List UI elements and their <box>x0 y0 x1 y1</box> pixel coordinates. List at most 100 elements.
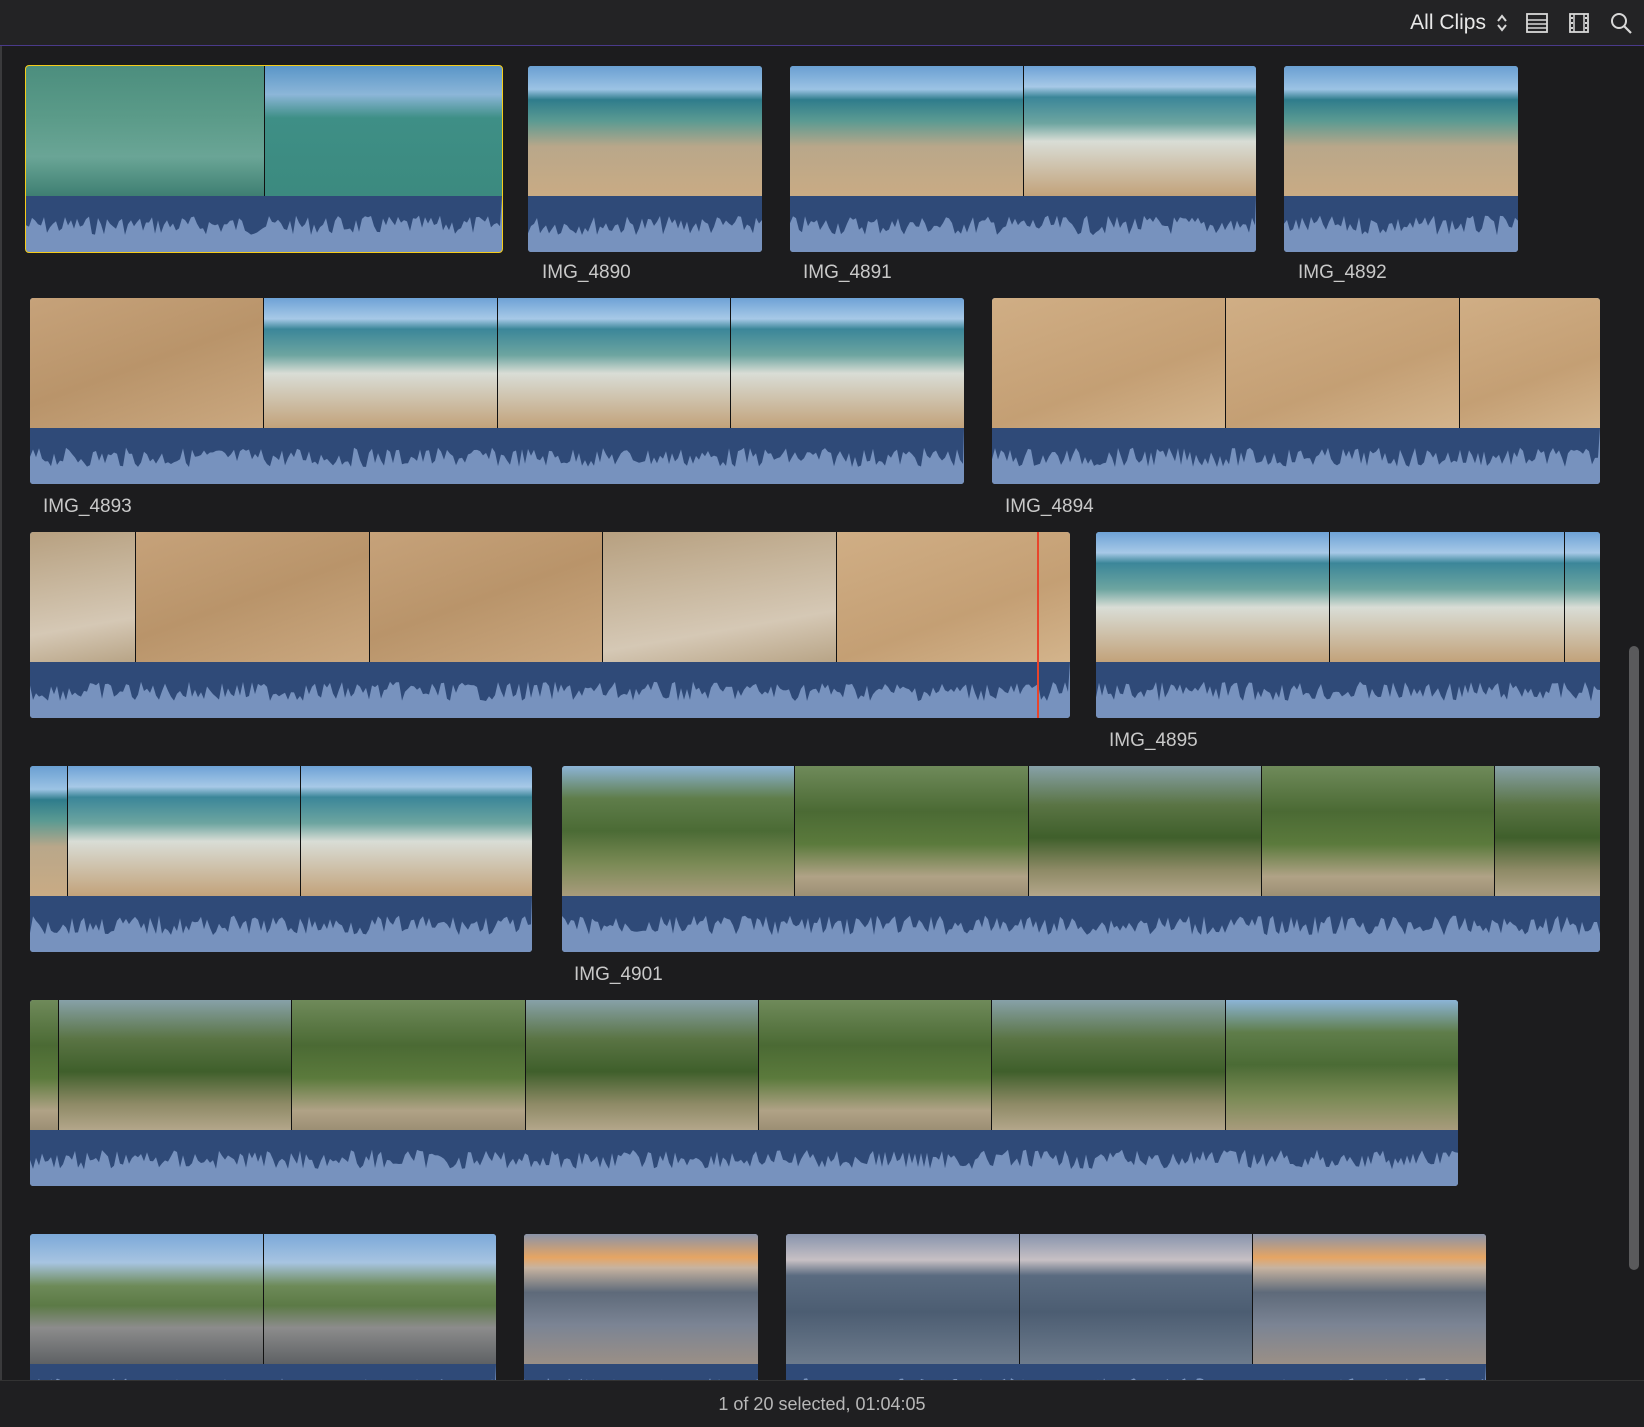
clip-item[interactable] <box>30 1234 496 1404</box>
clip-thumbnail <box>525 1000 759 1130</box>
audio-waveform <box>562 896 1600 952</box>
audio-waveform <box>992 428 1600 484</box>
clip-filmstrip <box>786 1234 1486 1364</box>
clip-filmstrip <box>30 298 964 428</box>
audio-waveform <box>528 196 762 252</box>
clip-filmstrip <box>1096 532 1600 662</box>
vertical-scrollbar[interactable] <box>1629 646 1639 1270</box>
audio-waveform <box>30 1130 1458 1186</box>
clip-thumbnail <box>497 298 732 428</box>
clip-thumbnail <box>1028 766 1263 896</box>
clip-thumbnail <box>30 532 136 662</box>
clip-filmstrip <box>30 1000 1458 1130</box>
clip-filmstrip <box>26 66 502 196</box>
clip-thumbnail <box>1253 1234 1486 1364</box>
clip-filmstrip <box>528 66 762 196</box>
clip-thumbnail <box>1096 532 1331 662</box>
clip-thumbnail <box>68 766 301 896</box>
clip-filmstrip <box>30 766 532 896</box>
clip-thumbnail <box>758 1000 993 1130</box>
sort-updown-icon <box>1497 14 1507 32</box>
clip-thumbnail <box>135 532 370 662</box>
clip-thumbnail <box>837 532 1070 662</box>
clip-thumbnail <box>1262 766 1496 896</box>
clip-name: IMG_4892 <box>1298 262 1387 283</box>
clip-item[interactable] <box>1284 66 1518 252</box>
clip-item[interactable] <box>524 1234 758 1404</box>
clip-thumbnail <box>30 1000 59 1130</box>
clip-thumbnail <box>264 66 502 196</box>
clip-thumbnail <box>300 766 532 896</box>
audio-waveform <box>26 196 502 252</box>
clip-item[interactable] <box>992 298 1600 484</box>
clip-item[interactable] <box>30 532 1070 718</box>
clip-filter-select[interactable]: All Clips <box>1410 11 1508 35</box>
clip-name: IMG_4890 <box>542 262 631 283</box>
clip-browser: IMG_4890 IMG_4891 IMG_4892 IMG_4893 IMG_… <box>0 46 1639 1404</box>
clip-thumbnail <box>58 1000 293 1130</box>
clip-item[interactable] <box>562 766 1600 952</box>
clip-item[interactable] <box>1096 532 1600 718</box>
clip-item[interactable] <box>786 1234 1486 1404</box>
clip-thumbnail <box>26 66 265 196</box>
clip-thumbnail <box>790 66 1024 196</box>
clip-filmstrip <box>562 766 1600 896</box>
clip-thumbnail <box>992 298 1227 428</box>
clip-filmstrip <box>1284 66 1518 196</box>
audio-waveform <box>1284 196 1518 252</box>
clip-thumbnail <box>1460 298 1600 428</box>
clip-filmstrip <box>524 1234 758 1364</box>
list-view-icon[interactable] <box>1524 10 1550 36</box>
clip-thumbnail <box>1495 766 1600 896</box>
audio-waveform <box>30 662 1070 718</box>
clip-thumbnail <box>524 1234 758 1364</box>
clip-item[interactable] <box>30 1000 1458 1186</box>
clip-thumbnail <box>795 766 1029 896</box>
clip-item[interactable] <box>30 298 964 484</box>
audio-waveform <box>30 428 964 484</box>
browser-toolbar: All Clips <box>0 0 1644 46</box>
clip-thumbnail <box>528 66 762 196</box>
selection-status: 1 of 20 selected, 01:04:05 <box>718 1393 926 1414</box>
filmstrip-icon[interactable] <box>1566 10 1592 36</box>
audio-waveform <box>30 896 532 952</box>
clip-filmstrip <box>30 1234 496 1364</box>
clip-filmstrip <box>790 66 1256 196</box>
clip-thumbnail <box>603 532 838 662</box>
clip-thumbnail <box>992 1000 1226 1130</box>
clip-thumbnail <box>731 298 964 428</box>
clip-thumbnail <box>30 298 264 428</box>
clip-thumbnail <box>369 532 604 662</box>
clip-thumbnail <box>1330 532 1565 662</box>
clip-thumbnail <box>30 1234 264 1364</box>
clip-name: IMG_4895 <box>1109 730 1198 751</box>
clip-name: IMG_4893 <box>43 496 132 517</box>
clip-thumbnail <box>292 1000 526 1130</box>
clip-name: IMG_4901 <box>574 964 663 985</box>
clip-thumbnail <box>1225 1000 1458 1130</box>
clip-thumbnail <box>30 766 69 896</box>
clip-thumbnail <box>263 298 498 428</box>
clip-item[interactable] <box>528 66 762 252</box>
toolbar-controls: All Clips <box>1410 8 1634 38</box>
status-bar: 1 of 20 selected, 01:04:05 <box>0 1380 1644 1427</box>
clip-filmstrip <box>992 298 1600 428</box>
search-icon[interactable] <box>1608 10 1634 36</box>
clip-thumbnail <box>1284 66 1518 196</box>
clip-thumbnail <box>263 1234 496 1364</box>
clip-filmstrip <box>30 532 1070 662</box>
audio-waveform <box>790 196 1256 252</box>
clip-thumbnail <box>1226 298 1461 428</box>
clip-filter-label: All Clips <box>1410 11 1486 34</box>
clip-item[interactable] <box>25 65 503 253</box>
skimmer-playhead[interactable] <box>1037 532 1039 718</box>
clip-thumbnail <box>1564 532 1600 662</box>
clip-thumbnail <box>562 766 796 896</box>
clip-item[interactable] <box>790 66 1256 252</box>
clip-name: IMG_4894 <box>1005 496 1094 517</box>
clip-name: IMG_4891 <box>803 262 892 283</box>
clip-thumbnail <box>1019 1234 1254 1364</box>
audio-waveform <box>1096 662 1600 718</box>
clip-item[interactable] <box>30 766 532 952</box>
clip-thumbnail <box>1023 66 1256 196</box>
